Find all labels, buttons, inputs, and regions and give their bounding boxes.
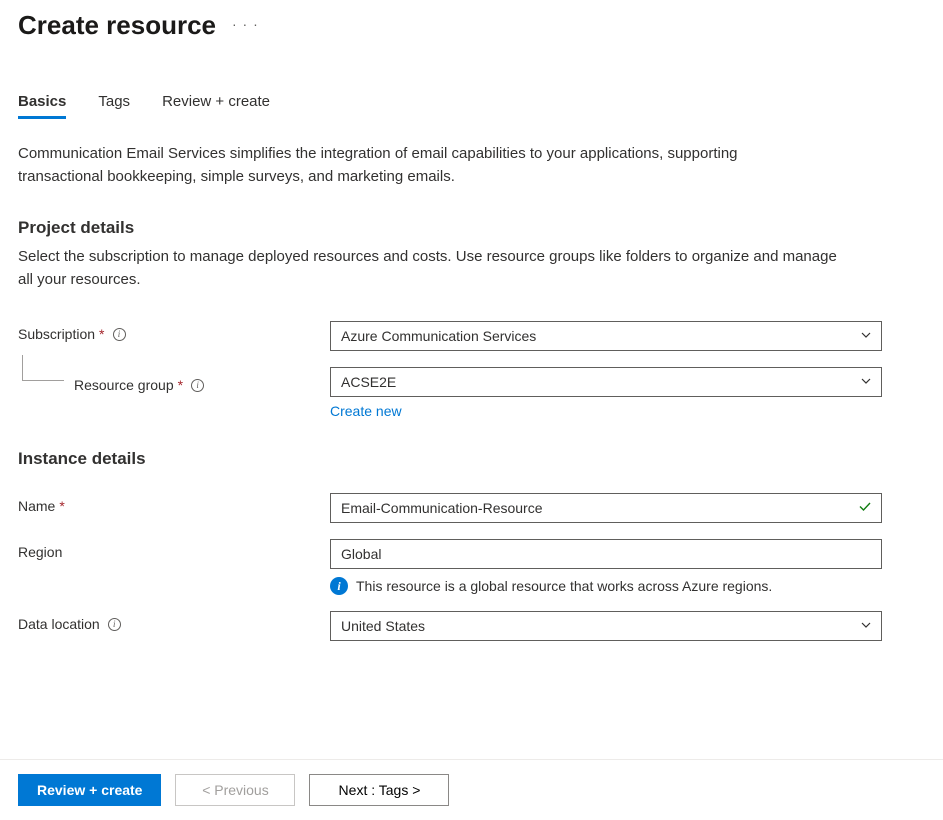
- subscription-value: Azure Communication Services: [341, 328, 536, 344]
- footer-bar: Review + create < Previous Next : Tags >: [0, 759, 943, 820]
- name-label-text: Name: [18, 498, 55, 514]
- subscription-select[interactable]: Azure Communication Services: [330, 321, 882, 351]
- page-title: Create resource: [18, 10, 216, 41]
- info-icon[interactable]: i: [113, 328, 126, 341]
- resource-group-value: ACSE2E: [341, 374, 396, 390]
- data-location-label: Data location i: [18, 611, 330, 632]
- project-details-heading: Project details: [0, 188, 943, 246]
- region-value: Global: [341, 546, 381, 562]
- subscription-label-text: Subscription: [18, 326, 95, 342]
- region-label-text: Region: [18, 544, 62, 560]
- data-location-select[interactable]: United States: [330, 611, 882, 641]
- name-label: Name *: [18, 493, 330, 514]
- info-badge-icon: i: [330, 577, 348, 595]
- data-location-label-text: Data location: [18, 616, 100, 632]
- tab-basics[interactable]: Basics: [18, 93, 66, 119]
- instance-details-heading: Instance details: [0, 419, 943, 477]
- name-input[interactable]: Email-Communication-Resource: [330, 493, 882, 523]
- create-new-link[interactable]: Create new: [330, 403, 402, 419]
- page-description: Communication Email Services simplifies …: [0, 119, 800, 188]
- more-actions-icon[interactable]: · · ·: [232, 16, 259, 36]
- info-icon[interactable]: i: [108, 618, 121, 631]
- info-icon[interactable]: i: [191, 379, 204, 392]
- tab-bar: Basics Tags Review + create: [0, 93, 943, 119]
- required-asterisk: *: [178, 377, 183, 393]
- region-select[interactable]: Global: [330, 539, 882, 569]
- project-details-description: Select the subscription to manage deploy…: [0, 246, 860, 291]
- tab-tags[interactable]: Tags: [98, 93, 130, 119]
- previous-button: < Previous: [175, 774, 295, 806]
- name-value: Email-Communication-Resource: [341, 500, 543, 516]
- data-location-value: United States: [341, 618, 425, 634]
- subscription-label: Subscription * i: [18, 321, 330, 342]
- required-asterisk: *: [99, 326, 104, 342]
- tree-connector-icon: [22, 355, 64, 381]
- resource-group-select[interactable]: ACSE2E: [330, 367, 882, 397]
- resource-group-label-text: Resource group: [74, 377, 174, 393]
- region-label: Region: [18, 539, 330, 560]
- next-button[interactable]: Next : Tags >: [309, 774, 449, 806]
- required-asterisk: *: [59, 498, 64, 514]
- review-create-button[interactable]: Review + create: [18, 774, 161, 806]
- region-info-text: This resource is a global resource that …: [356, 578, 772, 594]
- tab-review-create[interactable]: Review + create: [162, 93, 270, 119]
- resource-group-label: Resource group * i: [18, 367, 330, 393]
